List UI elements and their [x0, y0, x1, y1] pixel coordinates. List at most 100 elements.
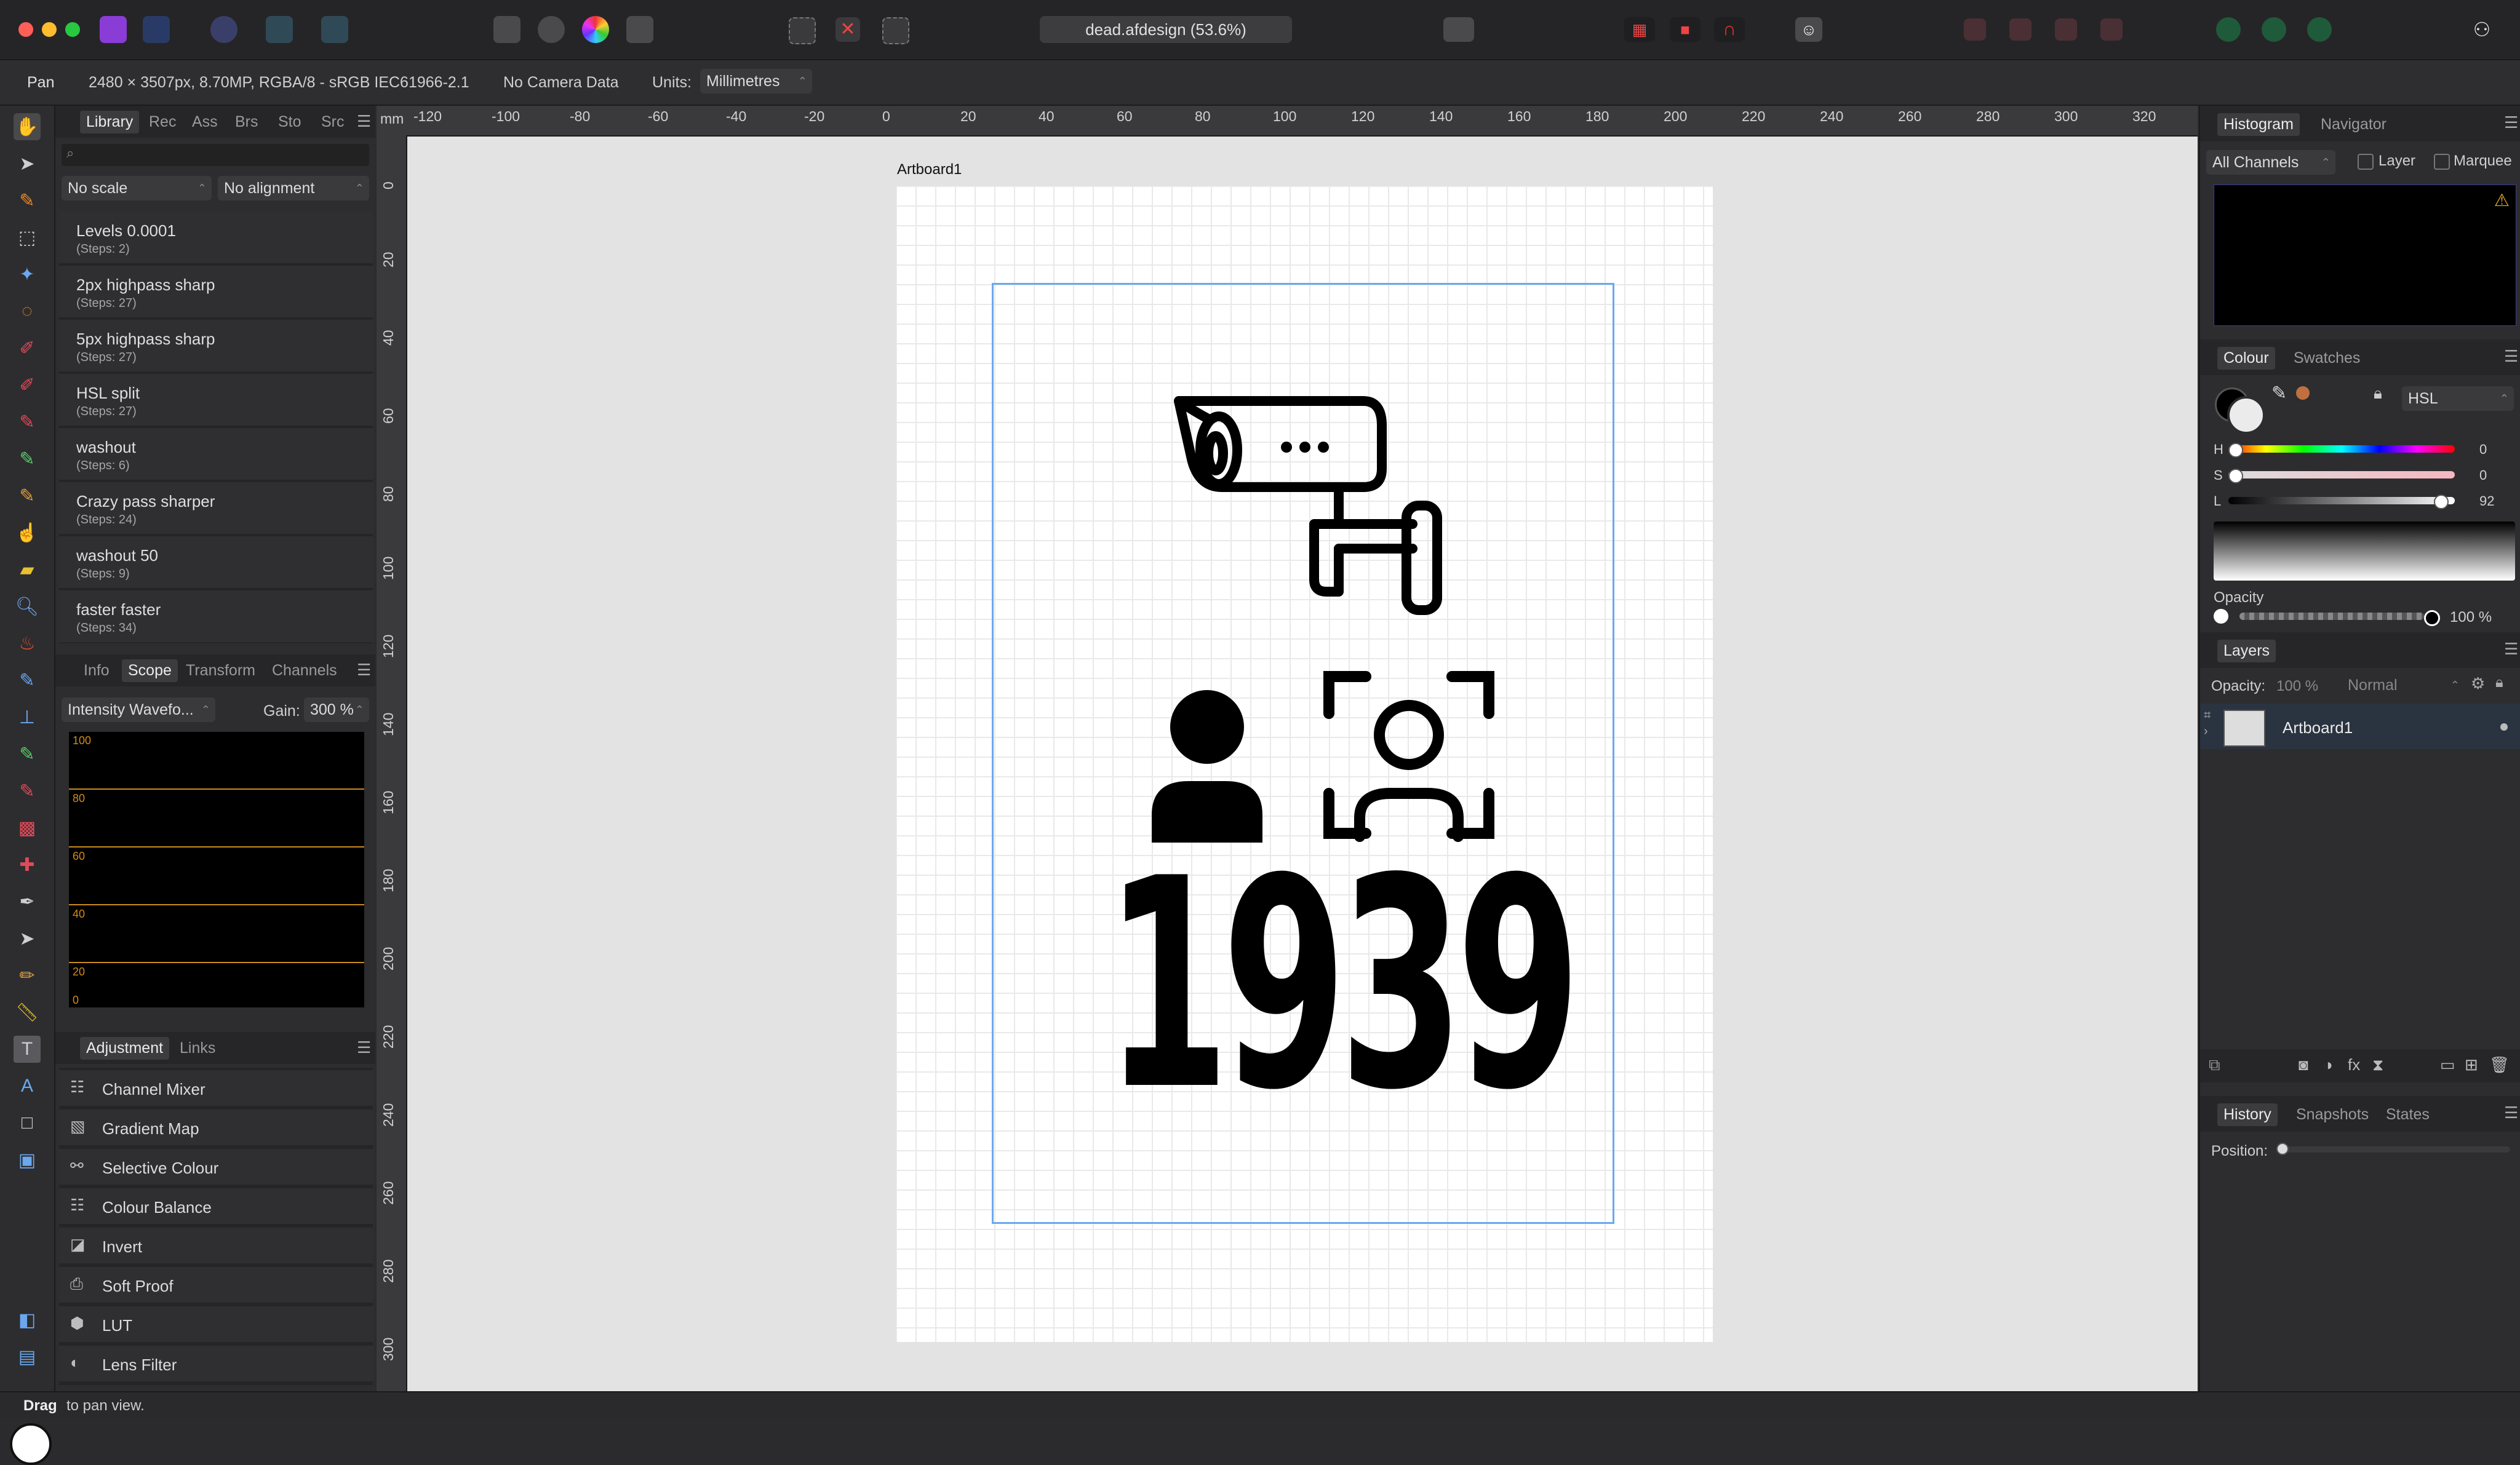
visibility-dot[interactable] [2500, 723, 2508, 731]
adjustment-soft-proof[interactable]: ⎙ Soft Proof [59, 1267, 373, 1306]
magic-wand-tool-icon[interactable]: ✦ [14, 261, 41, 288]
align-right-icon[interactable] [2055, 18, 2077, 41]
designer-persona-icon[interactable] [100, 16, 127, 43]
panel-menu-icon[interactable]: ☰ [357, 112, 371, 131]
tab-links[interactable]: Links [180, 1039, 215, 1057]
list-item[interactable]: washout 50 (Steps: 9) [59, 536, 373, 590]
adjustment-gradient-map[interactable]: ▧ Gradient Map [59, 1110, 373, 1149]
paint-brush-icon[interactable]: ✎ [14, 408, 41, 435]
mask-layer-icon[interactable]: ◙ [2299, 1055, 2308, 1074]
layer-row[interactable]: ⌗ › Artboard1 [2200, 704, 2520, 749]
flood-fill-icon[interactable]: ✐ [14, 371, 41, 399]
patch-tool-icon[interactable]: ✎ [14, 777, 41, 804]
boolean-add-icon[interactable] [2216, 17, 2241, 42]
tab-channels[interactable]: Channels [272, 662, 337, 680]
burn-tool-icon[interactable]: ♨ [14, 630, 41, 657]
layer-checkbox[interactable] [2358, 154, 2374, 170]
ruler-tool-icon[interactable]: 📏︎ [14, 999, 41, 1026]
saturation-value[interactable]: 0 [2479, 467, 2487, 483]
lightness-slider[interactable] [2228, 497, 2455, 504]
list-item[interactable]: HSL split (Steps: 27) [59, 374, 373, 428]
deselect-icon[interactable]: ✕ [835, 17, 860, 42]
alignment-select[interactable]: No alignment [218, 176, 369, 200]
gear-icon[interactable]: ⚙ [2471, 674, 2485, 693]
layer-name[interactable]: Artboard1 [2283, 718, 2353, 737]
gain-select[interactable]: 300 % [304, 697, 369, 722]
saturation-slider[interactable] [2228, 471, 2455, 478]
saturation-slider-knob[interactable] [2228, 469, 2243, 483]
list-item[interactable]: 5px highpass sharp (Steps: 27) [59, 320, 373, 374]
opacity-value[interactable]: 100 % [2450, 609, 2492, 626]
magic-wand-icon[interactable] [626, 16, 653, 43]
boolean-subtract-icon[interactable] [2262, 17, 2286, 42]
adjustment-selective-colour[interactable]: ⚯ Selective Colour [59, 1149, 373, 1188]
close-window-button[interactable] [18, 22, 33, 37]
fill-color-swatch[interactable] [2227, 396, 2265, 434]
tab-recorder[interactable]: Rec [149, 113, 176, 131]
list-item[interactable]: Crazy pass sharper (Steps: 24) [59, 482, 373, 536]
hue-slider[interactable] [2228, 445, 2455, 453]
snapping-grid-icon[interactable]: ▦ [1624, 17, 1655, 42]
units-select[interactable]: Millimetres [700, 69, 812, 93]
photo-persona-icon[interactable] [266, 16, 293, 43]
colour-spectrum[interactable] [2214, 522, 2515, 581]
node-tool-icon[interactable]: ➤ [14, 925, 41, 952]
history-position-slider[interactable] [2276, 1146, 2510, 1153]
invert-selection-icon[interactable] [882, 17, 909, 44]
layer-options-icon[interactable]: ⧉ [2209, 1055, 2220, 1075]
dodge-tool-icon[interactable]: ✎ [14, 667, 41, 694]
account-icon[interactable]: ⚇ [2470, 17, 2494, 42]
magnet-icon[interactable]: ∩ [1714, 17, 1745, 42]
year-text[interactable]: 1939 [1105, 841, 1581, 1130]
pan-tool-icon[interactable]: ✋ [14, 113, 41, 140]
rectangular-marquee-icon[interactable]: ⬚ [14, 224, 41, 251]
scope-mode-select[interactable]: Intensity Wavefo... [62, 697, 215, 722]
red-eye-tool-icon[interactable]: ✚ [14, 851, 41, 878]
channels-select[interactable]: All Channels [2206, 150, 2335, 175]
tab-states[interactable]: States [2386, 1106, 2430, 1124]
adjustment-channel-mixer[interactable]: ☷ Channel Mixer [59, 1070, 373, 1110]
library-search-input[interactable]: ⌕ [62, 144, 369, 166]
zoom-tool-icon[interactable]: 🔍︎ [14, 593, 41, 620]
color-wheel-icon[interactable] [582, 16, 609, 43]
mixer-brush-icon[interactable]: ✎ [14, 482, 41, 509]
add-pixel-layer-icon[interactable]: ⊞ [2465, 1055, 2478, 1074]
erase-tool-icon[interactable]: ▰ [14, 556, 41, 583]
panel-menu-icon[interactable]: ☰ [357, 1038, 371, 1057]
list-item[interactable]: washout (Steps: 6) [59, 428, 373, 482]
tab-transform[interactable]: Transform [186, 662, 255, 680]
live-filter-icon[interactable]: fx [2348, 1055, 2360, 1074]
artistic-text-tool-icon[interactable]: A [14, 1073, 41, 1100]
eyedropper-icon[interactable]: ✎ [2271, 383, 2287, 404]
rectangle-tool-icon[interactable]: □ [14, 1110, 41, 1137]
align-left-icon[interactable] [1964, 18, 1986, 41]
canvas-area[interactable]: Artboard1 1939 [407, 137, 2198, 1391]
opacity-slider-knob[interactable] [2424, 610, 2440, 626]
selection-brush-icon[interactable]: ✐ [14, 335, 41, 362]
colour-model-select[interactable]: HSL [2402, 386, 2514, 411]
group-folder-icon[interactable]: ▭ [2440, 1055, 2455, 1074]
adjustment-lens-filter[interactable]: ◐ Lens Filter [59, 1346, 373, 1385]
hourglass-icon[interactable]: ⧗ [2372, 1055, 2383, 1075]
tab-swatches[interactable]: Swatches [2294, 349, 2360, 367]
tab-history[interactable]: History [2217, 1103, 2278, 1126]
publisher-persona-icon[interactable] [321, 16, 348, 43]
color-picker-tool-icon[interactable]: ✎ [14, 187, 41, 214]
primary-color-swatch[interactable] [10, 1423, 52, 1465]
align-center-icon[interactable] [2009, 18, 2032, 41]
adjustment-lut[interactable]: ⬢ LUT [59, 1306, 373, 1346]
list-item[interactable]: 2px highpass sharp (Steps: 27) [59, 266, 373, 320]
frame-text-tool-icon[interactable]: T [14, 1036, 41, 1063]
tab-histogram[interactable]: Histogram [2217, 113, 2300, 136]
tab-stock[interactable]: Sto [278, 113, 301, 131]
perspective-tool-icon[interactable]: ▤ [14, 1343, 41, 1370]
document-setup-icon[interactable] [493, 16, 520, 43]
document-title[interactable]: dead.afdesign (53.6%) [1040, 16, 1292, 43]
smudge-tool-icon[interactable]: ☝ [14, 519, 41, 546]
lightness-slider-knob[interactable] [2434, 494, 2449, 509]
artboard-label[interactable]: Artboard1 [897, 161, 962, 178]
boolean-intersect-icon[interactable] [2307, 17, 2332, 42]
clone-tool-icon[interactable]: ⊥ [14, 704, 41, 731]
pixel-tool-icon[interactable]: ✎ [14, 445, 41, 472]
zoom-window-button[interactable] [65, 22, 80, 37]
